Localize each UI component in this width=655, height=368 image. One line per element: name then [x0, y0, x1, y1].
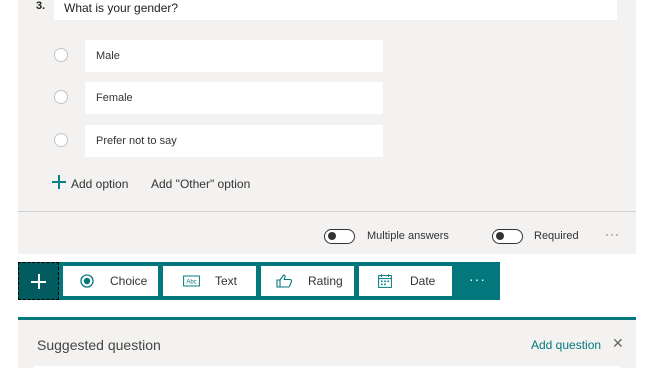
more-question-types-icon[interactable]: ··· [469, 271, 486, 287]
option-row-male: Male [18, 40, 636, 72]
suggested-question-panel: Suggested question Add question ✕ [18, 317, 636, 368]
date-label: Date [410, 274, 436, 288]
option-label: Male [96, 50, 120, 62]
rating-label: Rating [308, 274, 343, 288]
radio-icon[interactable] [54, 48, 68, 62]
close-icon[interactable]: ✕ [612, 335, 624, 352]
divider [18, 211, 636, 212]
add-other-option-button[interactable]: Add "Other" option [151, 177, 250, 191]
option-label: Prefer not to say [96, 135, 177, 147]
text-label: Text [215, 274, 238, 288]
option-row-female: Female [18, 82, 636, 114]
add-option-button[interactable]: Add option [71, 177, 128, 191]
required-toggle[interactable] [492, 229, 523, 244]
question-card: 3. What is your gender? Male Female Pref… [18, 0, 636, 254]
radio-icon[interactable] [54, 133, 68, 147]
multiple-answers-toggle[interactable] [324, 229, 355, 244]
plus-icon[interactable] [52, 175, 66, 189]
choice-label: Choice [110, 274, 148, 288]
text-button[interactable]: Abc Text [163, 266, 256, 296]
option-field[interactable]: Male [85, 40, 383, 72]
rating-button[interactable]: Rating [261, 266, 354, 296]
option-field[interactable]: Female [85, 82, 383, 114]
multiple-answers-label: Multiple answers [367, 230, 449, 242]
thumbs-up-icon [276, 274, 293, 288]
question-number: 3. [36, 0, 46, 12]
option-label: Female [96, 92, 133, 104]
option-field[interactable]: Prefer not to say [85, 125, 383, 157]
suggested-question-title: Suggested question [37, 337, 161, 353]
option-row-prefer-not-to-say: Prefer not to say [18, 125, 636, 157]
required-label: Required [534, 230, 579, 242]
add-question-link[interactable]: Add question [531, 338, 601, 352]
question-type-toolbar: Choice Abc Text Rating Date ··· [18, 262, 500, 300]
question-title: What is your gender? [64, 1, 179, 15]
radio-icon [80, 274, 94, 288]
radio-icon[interactable] [54, 90, 68, 104]
more-options-icon[interactable]: ··· [605, 227, 620, 241]
text-abc-icon: Abc [183, 275, 200, 287]
choice-button[interactable]: Choice [63, 266, 158, 296]
add-new-question-button[interactable] [18, 262, 59, 300]
svg-text:Abc: Abc [186, 280, 196, 286]
date-button[interactable]: Date [359, 266, 452, 296]
question-title-field[interactable]: What is your gender? [54, 0, 617, 20]
calendar-icon [378, 274, 392, 288]
